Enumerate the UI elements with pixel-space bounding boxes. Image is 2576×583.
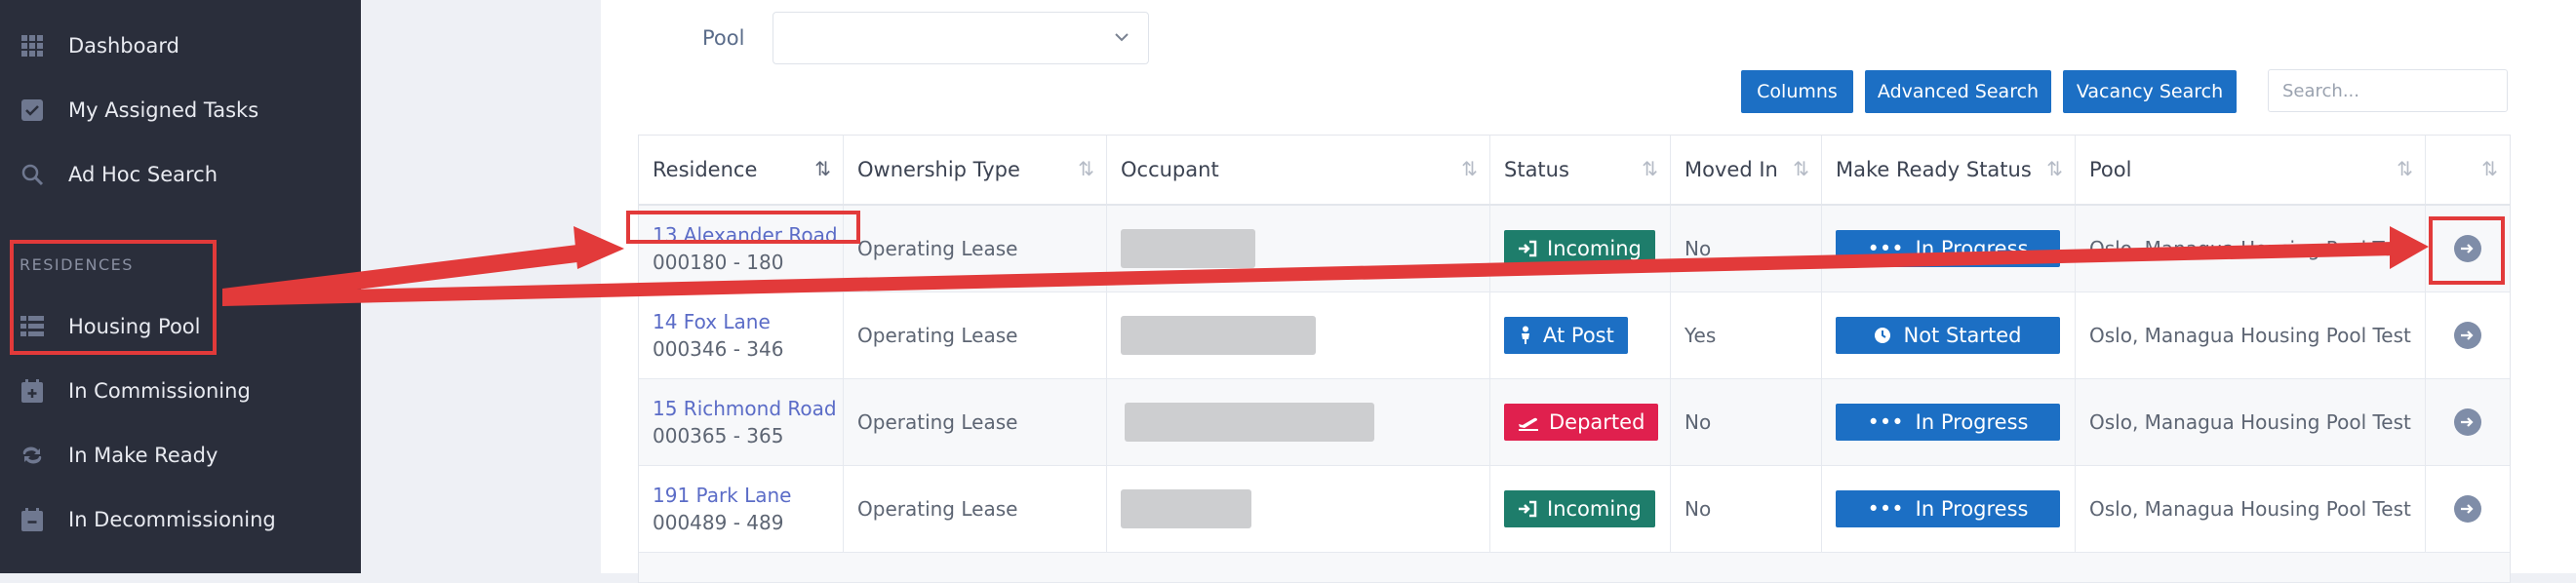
annotation-arrowhead-residence [574, 226, 624, 269]
annotation-arrowhead-action [2390, 226, 2429, 269]
annotation-arrows [222, 226, 2429, 306]
